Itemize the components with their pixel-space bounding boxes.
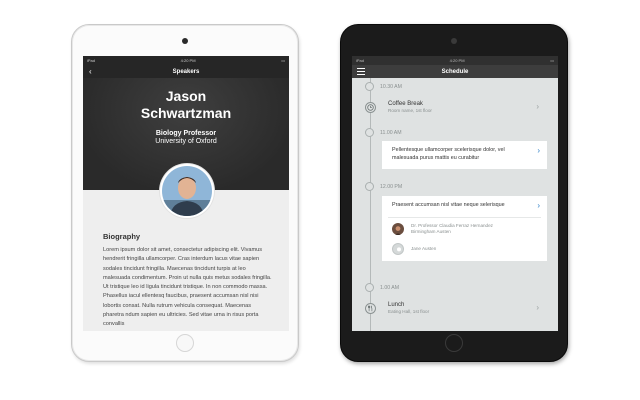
status-bar: iPad 4:20 PM ▭ — [83, 56, 289, 65]
ipad-black-device: iPad 4:20 PM ▭ Schedule 10.30 AM Coffee … — [340, 24, 568, 362]
speaker-list-item[interactable]: Jane Austen — [382, 240, 547, 261]
user-placeholder-icon — [392, 242, 404, 255]
status-carrier: iPad — [87, 58, 96, 63]
time-dot-icon — [365, 182, 374, 191]
speaker-affiliation: Birmingham Austen — [411, 228, 451, 234]
speaker-role: Biology Professor — [155, 130, 217, 137]
back-button[interactable]: ‹ — [89, 67, 92, 76]
speaker-name: Jason Schwartzman — [83, 88, 289, 122]
time-dot-icon — [365, 128, 374, 137]
event-title: Coffee Break — [388, 101, 423, 107]
cutlery-icon — [365, 302, 376, 314]
event-card[interactable]: Pellentesque ullamcorper scelerisque dol… — [382, 141, 547, 169]
time-marker: 10.30 AM — [365, 82, 402, 91]
biography-text: Lorem ipsum dolor sit amet, consectetur … — [103, 247, 272, 328]
battery-icon: ▭ — [281, 58, 285, 63]
ipad-white-device: iPad 4:20 PM ▭ ‹ Speakers Jason Schwartz… — [71, 24, 299, 362]
nav-bar: Schedule — [352, 65, 558, 78]
status-time: 4:20 PM — [449, 58, 465, 63]
time-marker: 1.00 AM — [365, 283, 399, 292]
clock-icon — [365, 101, 376, 113]
time-label: 1.00 AM — [380, 284, 400, 291]
event-card-with-speakers[interactable]: Praesent accumsan nisl vitae neque seler… — [382, 196, 547, 261]
speaker-last-name: Schwartzman — [140, 105, 232, 121]
status-carrier: iPad — [356, 58, 365, 63]
time-label: 11.00 AM — [380, 129, 402, 136]
chevron-right-icon: › — [537, 146, 540, 155]
speaker-photo-icon — [162, 166, 212, 216]
time-label: 10.30 AM — [380, 83, 402, 90]
front-camera — [451, 38, 457, 44]
biography-heading: Biography — [103, 232, 141, 241]
nav-title: Schedule — [441, 68, 469, 75]
event-lunch[interactable]: Lunch Eating Hall, 1st floor › — [365, 297, 551, 319]
speakers-screen: iPad 4:20 PM ▭ ‹ Speakers Jason Schwartz… — [83, 56, 289, 331]
speaker-organization: University of Oxford — [155, 138, 217, 145]
event-description: Pellentesque ullamcorper scelerisque dol… — [392, 147, 505, 161]
hamburger-menu-icon[interactable] — [357, 68, 365, 75]
event-coffee-break[interactable]: Coffee Break Room name, 1st floor › — [365, 96, 551, 118]
chevron-right-icon: › — [536, 303, 539, 312]
speaker-name: Dr. Professor Claudia Ferraz Hernandez — [411, 222, 493, 228]
speaker-avatar — [160, 164, 214, 218]
speaker-list-item[interactable]: Dr. Professor Claudia Ferraz Hernandez B… — [382, 218, 547, 240]
event-description: Praesent accumsan nisl vitae neque seler… — [392, 202, 505, 208]
status-bar: iPad 4:20 PM ▭ — [352, 56, 558, 65]
nav-title: Speakers — [172, 68, 200, 75]
time-marker: 12.00 PM — [365, 182, 402, 191]
time-dot-icon — [365, 82, 374, 91]
speaker-first-name: Jason — [165, 88, 207, 104]
time-dot-icon — [365, 283, 374, 292]
speaker-name: Jane Austen — [411, 245, 437, 251]
chevron-right-icon: › — [536, 102, 539, 111]
battery-icon: ▭ — [550, 58, 554, 63]
front-camera — [182, 38, 188, 44]
home-button[interactable] — [176, 334, 194, 352]
status-time: 4:20 PM — [180, 58, 196, 63]
speaker-avatar — [392, 222, 404, 235]
event-location: Room name, 1st floor — [388, 108, 432, 113]
chevron-right-icon: › — [537, 201, 540, 210]
event-location: Eating Hall, 1st floor — [388, 309, 430, 314]
time-label: 12.00 PM — [380, 183, 403, 190]
time-marker: 11.00 AM — [365, 128, 402, 137]
nav-bar: ‹ Speakers — [83, 65, 289, 78]
schedule-screen: iPad 4:20 PM ▭ Schedule 10.30 AM Coffee … — [352, 56, 558, 331]
home-button[interactable] — [445, 334, 463, 352]
event-title: Lunch — [388, 302, 405, 308]
